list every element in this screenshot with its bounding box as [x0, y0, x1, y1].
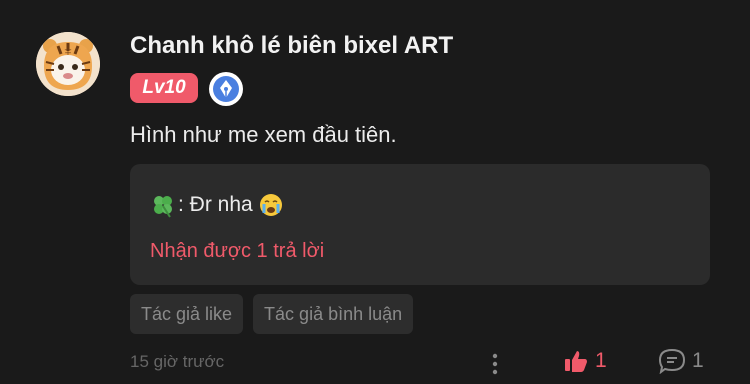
comment-button[interactable]: 1	[658, 348, 704, 374]
like-button[interactable]: 1	[563, 348, 607, 374]
reply-text: : Đr nha	[178, 193, 253, 216]
username[interactable]: Chanh khô lé biên bixel ART	[130, 32, 453, 60]
tag-author-comment: Tác giả bình luận	[253, 294, 414, 334]
avatar[interactable]: 王	[36, 32, 100, 96]
clover-icon	[150, 192, 176, 218]
crying-face-icon	[259, 193, 283, 217]
thumbs-up-icon	[565, 351, 587, 372]
reply-line: : Đr nha	[150, 192, 283, 218]
pen-nib-icon	[210, 73, 242, 105]
comment-count: 1	[692, 349, 704, 372]
tag-list: Tác giả like Tác giả bình luận	[130, 294, 414, 334]
comment-text: Hình như me xem đầu tiên.	[130, 122, 397, 147]
like-count: 1	[595, 349, 607, 372]
tiger-avatar-icon: 王	[36, 32, 100, 96]
tag-author-like: Tác giả like	[130, 294, 244, 334]
timestamp: 15 giờ trước	[130, 352, 225, 371]
more-vertical-icon	[492, 353, 498, 375]
reply-preview[interactable]: : Đr nha Nhận được 1 trả lời	[130, 164, 710, 285]
level-badge: Lv10	[130, 73, 198, 103]
more-button[interactable]	[484, 352, 506, 376]
reply-count-link[interactable]: Nhận được 1 trả lời	[150, 240, 324, 263]
comment-bubble-icon	[658, 348, 686, 374]
creator-badge[interactable]	[209, 72, 243, 106]
